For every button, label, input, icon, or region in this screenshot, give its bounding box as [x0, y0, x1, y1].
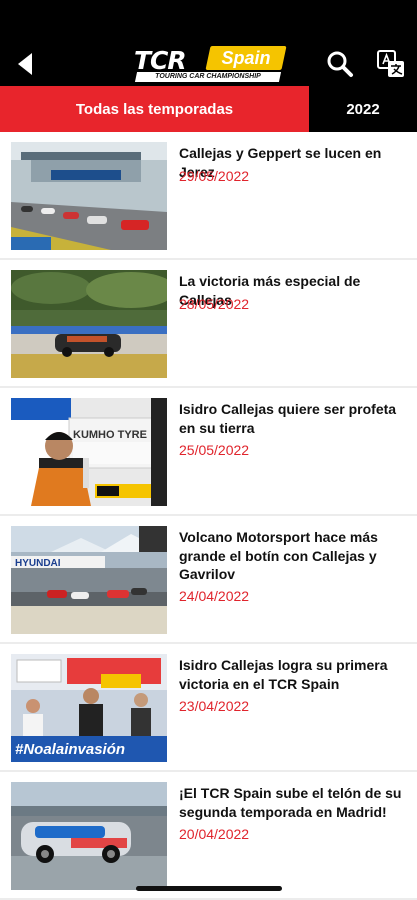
search-button[interactable] — [326, 50, 354, 78]
news-item[interactable]: ¡El TCR Spain sube el telón de su segund… — [0, 772, 417, 900]
news-date: 29/05/2022 — [179, 168, 250, 184]
tab-season-2022[interactable]: 2022 — [309, 86, 417, 132]
news-title: Isidro Callejas logra su primera victori… — [179, 657, 388, 692]
news-thumbnail — [11, 142, 167, 250]
back-arrow-icon — [18, 53, 32, 75]
news-date: 25/05/2022 — [179, 442, 250, 458]
tcr-spain-logo: TCR Spain TOURING CAR CHAMPIONSHIP — [130, 44, 288, 86]
race-car-track-photo — [11, 782, 167, 890]
thumb-sponsor-text: HYUNDAI — [15, 558, 61, 569]
thumb-banner-text: #Noalainvasión — [15, 741, 125, 758]
logo-tagline: TOURING CAR CHAMPIONSHIP — [134, 72, 282, 82]
translate-button[interactable] — [377, 50, 405, 78]
thumb-sponsor-text: KUMHO TYRE — [73, 429, 147, 441]
search-icon — [327, 51, 353, 77]
news-list: Callejas y Geppert se lucen en Jerez 29/… — [0, 132, 417, 900]
news-date: 28/05/2022 — [179, 296, 250, 312]
news-thumbnail: #Noalainvasión — [11, 654, 167, 762]
translate-icon — [377, 50, 404, 77]
podium-driver-photo: KUMHO TYRE — [11, 398, 167, 506]
tab-all-seasons[interactable]: Todas las temporadas — [0, 86, 309, 132]
back-button[interactable] — [14, 50, 38, 78]
news-item[interactable]: HYUNDAI Volcano Motorsport hace más gran… — [0, 516, 417, 644]
news-item[interactable]: KUMHO TYRE Isidro Callejas quiere ser pr… — [0, 388, 417, 516]
race-car-photo — [11, 270, 167, 378]
news-title: Volcano Motorsport hace más grande el bo… — [179, 529, 378, 582]
news-date: 20/04/2022 — [179, 826, 250, 842]
season-tabs: Todas las temporadas 2022 — [0, 86, 417, 132]
news-title: ¡El TCR Spain sube el telón de su segund… — [179, 785, 402, 820]
news-item[interactable]: La victoria más especial de Callejas 28/… — [0, 260, 417, 388]
logo-region-badge: Spain — [205, 46, 287, 70]
news-date: 23/04/2022 — [179, 698, 250, 714]
news-thumbnail: HYUNDAI — [11, 526, 167, 634]
news-thumbnail — [11, 270, 167, 378]
news-thumbnail — [11, 782, 167, 890]
logo-brand: TCR — [134, 46, 187, 75]
podium-celebration-photo: #Noalainvasión — [11, 654, 167, 762]
home-indicator[interactable] — [136, 886, 282, 891]
news-item[interactable]: #Noalainvasión Isidro Callejas logra su … — [0, 644, 417, 772]
race-track-photo — [11, 142, 167, 250]
race-start-photo: HYUNDAI — [11, 526, 167, 634]
news-thumbnail: KUMHO TYRE — [11, 398, 167, 506]
top-bar: TCR Spain TOURING CAR CHAMPIONSHIP — [0, 0, 417, 86]
news-item[interactable]: Callejas y Geppert se lucen en Jerez 29/… — [0, 132, 417, 260]
news-date: 24/04/2022 — [179, 588, 250, 604]
news-title: Isidro Callejas quiere ser profeta en su… — [179, 401, 397, 436]
